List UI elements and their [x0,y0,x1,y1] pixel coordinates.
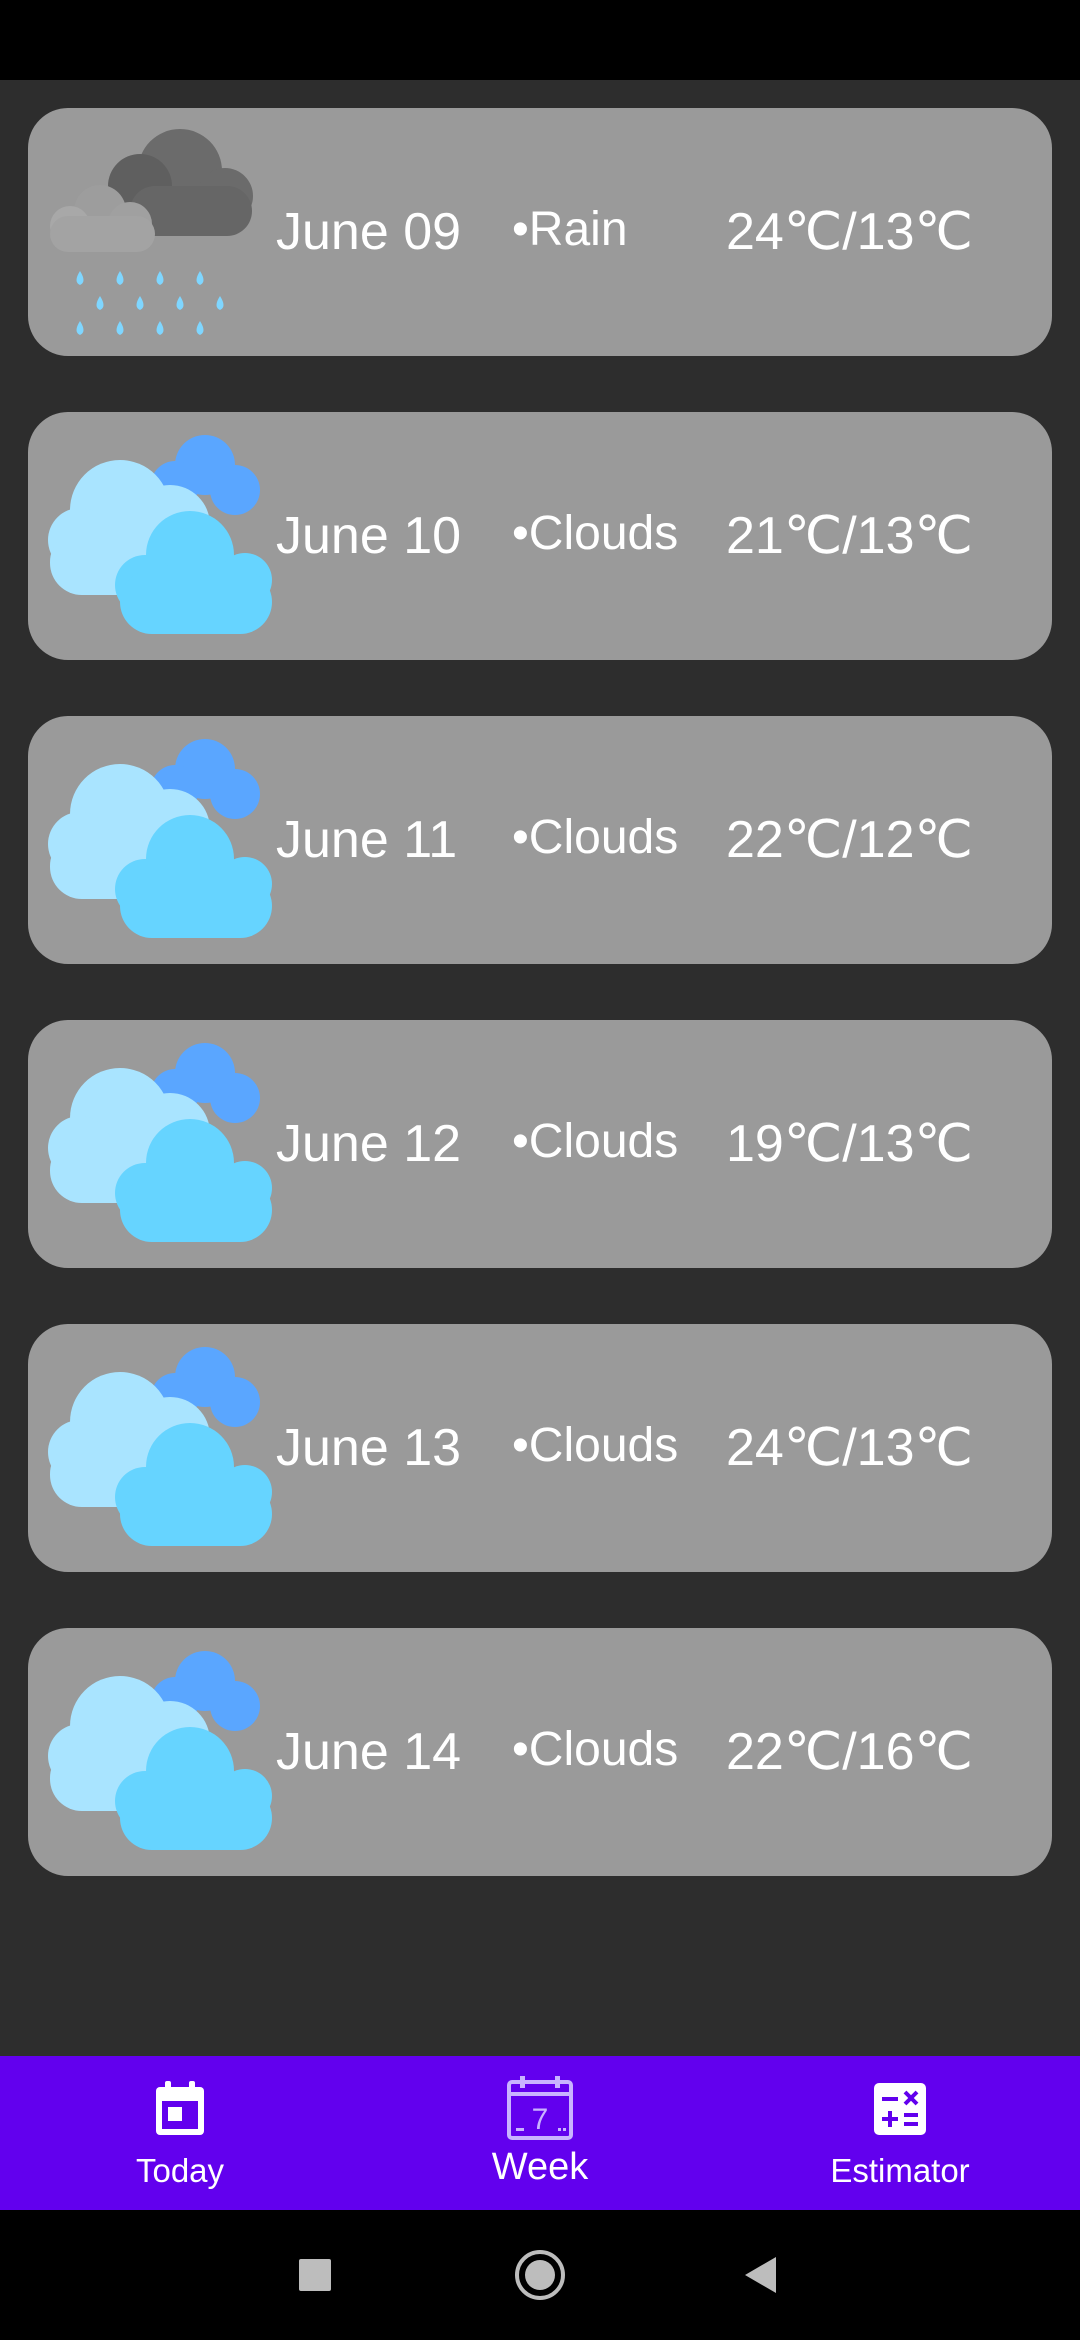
forecast-date: June 09 [276,203,462,261]
square-icon [299,2259,331,2291]
forecast-temperature: 24℃/13℃ [726,203,973,261]
forecast-temperature: 21℃/13℃ [726,507,973,565]
forecast-card-june-10[interactable]: June 10 •Clouds 21℃/13℃ [28,412,1052,660]
status-bar [0,0,1080,80]
forecast-condition: •Clouds [512,507,679,560]
nav-estimator-label: Estimator [830,2152,970,2189]
nav-today-label: Today [135,2152,225,2189]
forecast-condition: •Clouds [512,1723,679,1776]
forecast-date: June 10 [276,507,462,565]
calendar-week-icon: 7 [507,2076,573,2140]
calculator-icon [874,2083,926,2135]
forecast-card-june-11[interactable]: June 11 •Clouds 22℃/12℃ [28,716,1052,964]
clouds-icon [48,739,272,938]
forecast-date: June 11 [276,811,458,869]
clouds-icon [48,435,272,634]
clouds-icon [48,1651,272,1850]
forecast-temperature: 22℃/16℃ [726,1723,973,1781]
nav-week[interactable]: 7 Week [360,2056,720,2210]
forecast-temperature: 22℃/12℃ [726,811,973,869]
forecast-card-june-14[interactable]: June 14 •Clouds 22℃/16℃ [28,1628,1052,1876]
circle-icon [515,2250,565,2300]
forecast-condition: •Clouds [512,811,679,864]
calendar-today-icon [156,2081,204,2135]
forecast-list[interactable]: June 09 •Rain 24℃/13℃ June 10 •Clouds 21… [0,80,1080,2056]
forecast-date: June 13 [276,1419,462,1477]
forecast-card-june-13[interactable]: June 13 •Clouds 24℃/13℃ [28,1324,1052,1572]
triangle-back-icon [745,2257,776,2293]
forecast-condition: •Clouds [512,1419,679,1472]
forecast-temperature: 19℃/13℃ [726,1115,973,1173]
home-button[interactable] [480,2210,600,2340]
forecast-condition: •Rain [512,203,628,256]
clouds-icon [48,1347,272,1546]
forecast-date: June 12 [276,1115,462,1173]
recent-apps-button[interactable] [255,2210,375,2340]
nav-week-label: Week [491,2146,589,2188]
forecast-temperature: 24℃/13℃ [726,1419,973,1477]
bottom-navigation: Today 7 Week Estimator [0,2056,1080,2210]
forecast-card-june-09[interactable]: June 09 •Rain 24℃/13℃ [28,108,1052,356]
forecast-date: June 14 [276,1723,462,1781]
clouds-icon [48,1043,272,1242]
system-navigation-bar [0,2210,1080,2340]
nav-today[interactable]: Today [0,2056,360,2210]
nav-estimator[interactable]: Estimator [720,2056,1080,2210]
rain-cloud-icon [50,129,253,335]
forecast-condition: •Clouds [512,1115,679,1168]
forecast-card-june-12[interactable]: June 12 •Clouds 19℃/13℃ [28,1020,1052,1268]
svg-text:7: 7 [532,2103,549,2136]
back-button[interactable] [700,2210,820,2340]
